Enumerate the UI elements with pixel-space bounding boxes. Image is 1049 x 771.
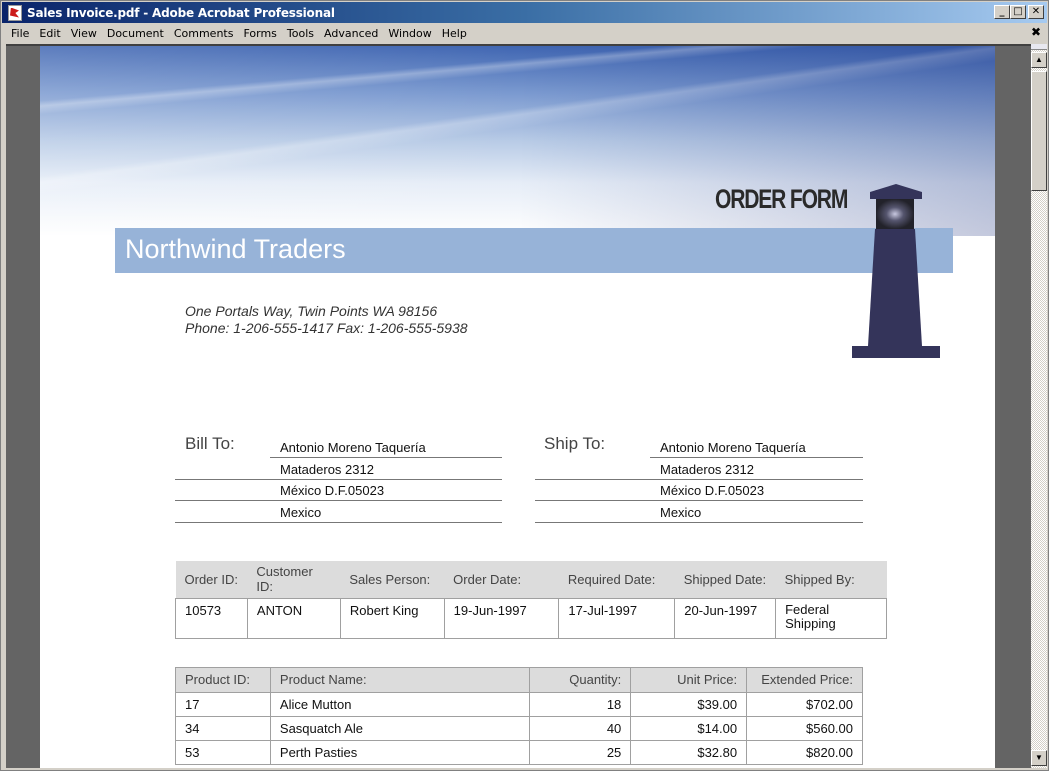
close-document-icon[interactable]: ✖ (1031, 25, 1041, 39)
bill-to-line-1: Antonio Moreno Taquería (270, 436, 502, 458)
unit-price-cell: $32.80 (630, 740, 748, 765)
menu-view[interactable]: View (66, 27, 102, 40)
lighthouse-logo-icon (852, 184, 940, 358)
company-address: One Portals Way, Twin Points WA 98156 Ph… (185, 303, 468, 337)
pdf-icon (8, 4, 22, 21)
menu-file[interactable]: File (6, 27, 34, 40)
quantity-cell: 18 (529, 692, 632, 717)
table-header-row: Product ID: Product Name: Quantity: Unit… (175, 667, 863, 693)
extended-price-cell: $560.00 (746, 716, 863, 741)
close-button[interactable]: ✕ (1028, 5, 1044, 19)
phone-fax-line: Phone: 1-206-555-1417 Fax: 1-206-555-593… (185, 320, 468, 336)
sales-person-cell: Robert King (339, 598, 445, 639)
address-line: One Portals Way, Twin Points WA 98156 (185, 303, 438, 319)
vertical-scrollbar[interactable]: ▲ ▼ (1031, 44, 1047, 768)
bill-to-line-3: México D.F.05023 (175, 479, 502, 501)
product-table: Product ID: Product Name: Quantity: Unit… (175, 667, 863, 765)
scrollbar-split-handle[interactable] (1031, 44, 1047, 50)
quantity-cell: 40 (529, 716, 632, 741)
product-id-cell: 34 (175, 716, 271, 741)
table-row: 17 Alice Mutton 18 $39.00 $702.00 (175, 692, 863, 717)
ship-to-label: Ship To: (544, 434, 606, 453)
ship-to-line-2: Mataderos 2312 (535, 458, 863, 480)
column-header: Product ID: (175, 667, 271, 693)
document-viewport[interactable]: Northwind Traders ORDER FORM One Portals… (6, 44, 1031, 768)
column-header: Unit Price: (630, 667, 748, 693)
product-id-cell: 17 (175, 692, 271, 717)
menu-help[interactable]: Help (437, 27, 472, 40)
pdf-page: Northwind Traders ORDER FORM One Portals… (40, 46, 995, 768)
ship-to-line-4: Mexico (535, 501, 863, 523)
ship-to-line-1: Antonio Moreno Taquería (650, 436, 863, 458)
product-name-cell: Alice Mutton (269, 692, 531, 717)
unit-price-cell: $14.00 (630, 716, 748, 741)
menu-bar: File Edit View Document Comments Forms T… (2, 23, 1047, 43)
column-header: Quantity: (529, 667, 632, 693)
menu-advanced[interactable]: Advanced (319, 27, 383, 40)
product-name-cell: Sasquatch Ale (269, 716, 531, 741)
maximize-button[interactable]: □ (1010, 5, 1026, 19)
extended-price-cell: $820.00 (746, 740, 863, 765)
menu-edit[interactable]: Edit (34, 27, 65, 40)
scroll-up-button[interactable]: ▲ (1031, 52, 1047, 68)
quantity-cell: 25 (529, 740, 632, 765)
menu-comments[interactable]: Comments (169, 27, 239, 40)
column-header: Sales Person: (340, 561, 445, 599)
menu-document[interactable]: Document (102, 27, 169, 40)
column-header: Required Date: (558, 561, 675, 599)
order-date-cell: 19-Jun-1997 (443, 598, 560, 639)
column-header: Customer ID: (247, 561, 341, 599)
acrobat-window: Sales Invoice.pdf - Adobe Acrobat Profes… (0, 0, 1049, 771)
shipped-date-cell: 20-Jun-1997 (674, 598, 777, 639)
window-title: Sales Invoice.pdf - Adobe Acrobat Profes… (27, 5, 335, 20)
order-form-heading: ORDER FORM (715, 184, 848, 214)
shipped-by-cell: Federal Shipping (775, 598, 887, 639)
extended-price-cell: $702.00 (746, 692, 863, 717)
company-name: Northwind Traders (125, 234, 346, 264)
product-name-cell: Perth Pasties (269, 740, 531, 765)
column-header: Order Date: (444, 561, 559, 599)
title-bar[interactable]: Sales Invoice.pdf - Adobe Acrobat Profes… (2, 2, 1047, 23)
menu-forms[interactable]: Forms (238, 27, 281, 40)
product-id-cell: 53 (175, 740, 271, 765)
column-header: Shipped Date: (674, 561, 776, 599)
scrollbar-thumb[interactable] (1031, 71, 1047, 191)
menu-window[interactable]: Window (383, 27, 436, 40)
bill-to-line-2: Mataderos 2312 (175, 458, 502, 480)
ship-to-line-3: México D.F.05023 (535, 479, 863, 501)
table-row: 10573 ANTON Robert King 19-Jun-1997 17-J… (175, 598, 887, 639)
bill-to-label: Bill To: (185, 434, 235, 453)
table-row: 34 Sasquatch Ale 40 $14.00 $560.00 (175, 716, 863, 741)
column-header: Order ID: (175, 561, 248, 599)
column-header: Product Name: (269, 667, 531, 693)
bill-to-line-4: Mexico (175, 501, 502, 523)
column-header: Extended Price: (746, 667, 863, 693)
column-header: Shipped By: (775, 561, 887, 599)
order-id-cell: 10573 (175, 598, 248, 639)
table-row: 53 Perth Pasties 25 $32.80 $820.00 (175, 740, 863, 765)
order-info-table: Order ID: Customer ID: Sales Person: Ord… (175, 561, 887, 639)
scroll-down-button[interactable]: ▼ (1031, 750, 1047, 766)
customer-id-cell: ANTON (246, 598, 341, 639)
minimize-button[interactable]: _ (994, 5, 1010, 19)
table-header-row: Order ID: Customer ID: Sales Person: Ord… (175, 561, 887, 599)
unit-price-cell: $39.00 (630, 692, 748, 717)
required-date-cell: 17-Jul-1997 (558, 598, 676, 639)
menu-tools[interactable]: Tools (282, 27, 319, 40)
